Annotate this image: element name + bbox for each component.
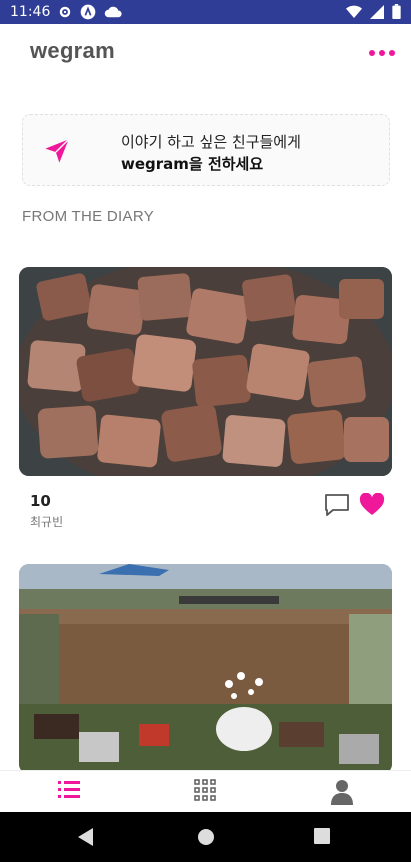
post-image[interactable]: [19, 564, 392, 774]
heart-icon[interactable]: [359, 492, 385, 521]
home-icon[interactable]: [197, 828, 215, 850]
post-author: 최규빈: [30, 515, 64, 529]
list-icon[interactable]: [58, 779, 80, 803]
send-icon: [43, 137, 71, 169]
app-icon: [80, 4, 96, 20]
bottom-nav: [0, 770, 411, 813]
grid-icon[interactable]: [194, 779, 216, 805]
app-header: wegram: [0, 24, 411, 80]
invite-banner[interactable]: 이야기 하고 싶은 친구들에게 wegram을 전하세요: [22, 114, 390, 186]
profile-icon[interactable]: [330, 779, 354, 809]
signal-icon: [370, 4, 384, 23]
status-time: 11:46: [10, 4, 51, 20]
comment-icon[interactable]: [324, 493, 350, 521]
cloud-icon: [104, 6, 122, 18]
banner-line-1: 이야기 하고 싶은 친구들에게: [121, 133, 301, 151]
post-count: 10: [30, 492, 51, 510]
back-icon[interactable]: [78, 828, 94, 850]
section-title: FROM THE DIARY: [22, 208, 154, 225]
recents-icon[interactable]: [314, 828, 330, 848]
status-bar: 11:46: [0, 0, 411, 24]
banner-line-2: wegram을 전하세요: [121, 155, 264, 173]
post-image[interactable]: [19, 267, 392, 476]
system-nav-bar: [0, 812, 411, 862]
battery-icon: [392, 4, 401, 23]
gear-icon: [58, 5, 72, 19]
more-dots-icon[interactable]: [369, 50, 395, 56]
wifi-icon: [346, 4, 362, 23]
app-logo: wegram: [30, 38, 115, 63]
